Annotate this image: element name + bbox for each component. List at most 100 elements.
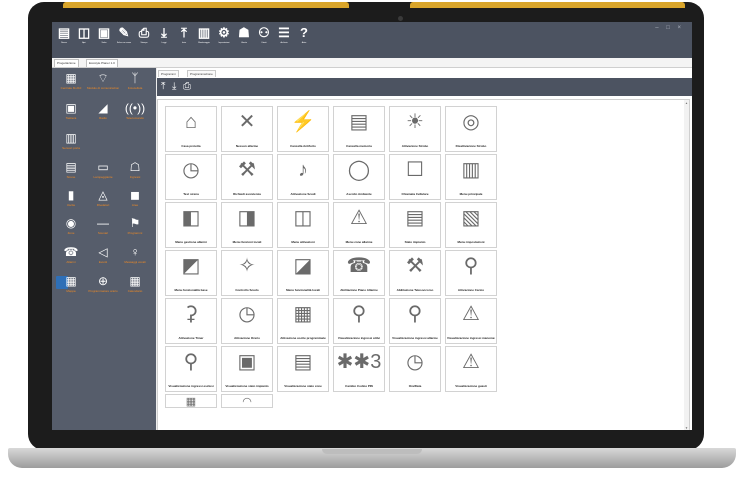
program-tile[interactable]: ⚒ Abilitazione Telesoccorso	[389, 250, 441, 296]
sidebar-item-5[interactable]: ((•)) Telecomando	[119, 101, 151, 129]
scroll-down-icon[interactable]: ▼	[685, 426, 688, 430]
sidebar-item-14[interactable]: — Scenari	[87, 216, 119, 244]
program-tile[interactable]: ⌂ Casa protetta	[165, 106, 217, 152]
upload-icon[interactable]: ⤒	[161, 81, 165, 93]
sidebar-item-icon: ▤	[65, 160, 77, 174]
program-tile-icon: ✧	[238, 255, 256, 277]
program-tile[interactable]: ◩ Menu funzionalità base	[165, 250, 217, 296]
program-tile[interactable]: ▧ Menu impostazioni	[445, 202, 497, 248]
toolbar-button-7[interactable]: ▥ Monitoraggio	[196, 25, 212, 55]
program-tile-label: Visualizzazione stato impianto	[225, 384, 269, 388]
content-toolbar: ⤒ ⤓ ⎙	[157, 78, 692, 96]
toolbar-button-3[interactable]: ✎ Salva con nome	[116, 25, 132, 55]
sidebar-item-icon: ((•))	[124, 101, 146, 115]
program-tile[interactable]: ▥ Menu principale	[445, 154, 497, 200]
program-tile[interactable]: ◠	[221, 394, 273, 408]
sidebar-item-11[interactable]: ◬ Rivelatori	[87, 188, 119, 216]
sidebar-item-4[interactable]: ◢ Radio	[87, 101, 119, 129]
sidebar-item-0[interactable]: ▦ Centrale M-210	[55, 71, 87, 99]
sidebar-item-icon: ▦	[65, 274, 77, 288]
toolbar-button-1[interactable]: ◫ Apri	[76, 25, 92, 55]
program-tile[interactable]: ⚲ Attivazione Carico	[445, 250, 497, 296]
program-tile[interactable]: ◷ Attivazione Orario	[221, 298, 273, 344]
sidebar-item-label: Mappa	[66, 289, 76, 293]
sidebar-item-icon: ☎	[63, 245, 79, 259]
toolbar-button-12[interactable]: ? Aiuto	[296, 25, 312, 55]
program-tile[interactable]: ◷ Ora/Data	[389, 346, 441, 392]
tab-programming[interactable]: Programmazione	[187, 70, 216, 77]
program-tile[interactable]: ✱✱3 Cambio Codice PIN	[333, 346, 385, 392]
sidebar-item-18[interactable]: ♀ Messaggi vocali	[119, 245, 151, 273]
toolbar-button-label: Salva	[101, 42, 107, 44]
tab-programs[interactable]: Programmi	[158, 70, 179, 77]
program-tile[interactable]: ⚳ Attivazione Timer	[165, 298, 217, 344]
program-tile[interactable]: ⚠ Menu zone allarme	[333, 202, 385, 248]
window-controls[interactable]: – □ ×	[655, 25, 684, 31]
sidebar-item-16[interactable]: ☎ Allarmi	[55, 245, 87, 273]
sidebar-item-label: Tastiera	[65, 116, 77, 120]
toolbar-button-0[interactable]: ▤ Nuovo	[56, 25, 72, 55]
toolbar-button-2[interactable]: ▣ Salva	[96, 25, 112, 55]
program-tile[interactable]: ⚲ Visualizzazione ingressi esclusi	[165, 346, 217, 392]
sidebar-item-8[interactable]: ▭ Lampeggiante	[87, 160, 119, 188]
toolbar-button-8[interactable]: ⚙ Impostazioni	[216, 25, 232, 55]
program-tile[interactable]: ◪ Menu funzionalità locali	[277, 250, 329, 296]
toolbar-button-5[interactable]: ⤓ Leggi	[156, 25, 172, 55]
gear-icon: ⚙	[218, 25, 230, 40]
program-tile[interactable]: ☎ Abilitazione Piano Allarme	[333, 250, 385, 296]
toolbar-button-9[interactable]: ☗ Utente	[236, 25, 252, 55]
program-tile[interactable]: ▤ Cancella memoria	[333, 106, 385, 152]
program-tile[interactable]: ◧ Menu gestione allarmi	[165, 202, 217, 248]
program-tile[interactable]: ☐ Chiamata Cellulare	[389, 154, 441, 200]
sidebar-item-10[interactable]: ▮ Uscite	[55, 188, 87, 216]
sidebar-item-3[interactable]: ▣ Tastiera	[55, 101, 87, 129]
sidebar-item-15[interactable]: ⚑ Programmi	[119, 216, 151, 244]
program-tile[interactable]: ♪ Attivazione Scudi	[277, 154, 329, 200]
tab-project[interactable]: Progettazione	[54, 59, 79, 67]
sidebar-item-13[interactable]: ◉ Zone	[55, 216, 87, 244]
sidebar-item-20[interactable]: ⊕ Programmatore orario	[87, 274, 119, 302]
toolbar-button-label: Archivio	[280, 42, 288, 44]
toolbar-button-4[interactable]: ⎙ Stampa	[136, 25, 152, 55]
program-tile-label: Ascolto Ambiente	[346, 192, 372, 196]
program-tile[interactable]: ☀ Attivazione Strobo	[389, 106, 441, 152]
program-tile[interactable]: ⚲ Visualizzazione ingressi allarme	[389, 298, 441, 344]
program-tile[interactable]: ◷ Test sirena	[165, 154, 217, 200]
toolbar-button-10[interactable]: ⚇ Utenti	[256, 25, 272, 55]
tab-planer[interactable]: Ecostyle Planer 1.0	[86, 59, 118, 67]
download-icon[interactable]: ⤓	[172, 81, 176, 93]
sidebar-item-1[interactable]: ⌔ Modulo di comunicazione	[87, 71, 119, 99]
program-tile[interactable]: ⚒ Richiedi assistenza	[221, 154, 273, 200]
program-tile[interactable]: ▦	[165, 394, 217, 408]
program-tile[interactable]: ✧ Controllo Scudo	[221, 250, 273, 296]
sidebar-item-12[interactable]: ◼ Aree	[119, 188, 151, 216]
program-tile[interactable]: ✕ Nessun allarme	[221, 106, 273, 152]
sidebar-item-label: Telecomando	[126, 116, 144, 120]
sidebar-item-21[interactable]: ▦ Calendario	[119, 274, 151, 302]
scroll-up-icon[interactable]: ▲	[685, 101, 688, 105]
sidebar-item-6[interactable]: ▥ Sensori porta	[55, 131, 87, 159]
program-tile[interactable]: ▤ Stato impianto	[389, 202, 441, 248]
program-tile[interactable]: ▣ Visualizzazione stato impianto	[221, 346, 273, 392]
sidebar-item-17[interactable]: ◁ Eventi	[87, 245, 119, 273]
sidebar-item-icon: ▣	[65, 101, 77, 115]
program-tile[interactable]: ▦ Attivazione uscite programmate	[277, 298, 329, 344]
sidebar-item-7[interactable]: ▤ Sirene	[55, 160, 87, 188]
program-tile[interactable]: ⚡ Cancella Antifurto	[277, 106, 329, 152]
program-tile[interactable]: ⚠ Visualizzazione guasti	[445, 346, 497, 392]
sidebar-item-9[interactable]: ☖ Ingressi	[119, 160, 151, 188]
toolbar-button-11[interactable]: ☰ Archivio	[276, 25, 292, 55]
program-tile[interactable]: ◨ Menu funzioni locali	[221, 202, 273, 248]
program-tile[interactable]: ▤ Visualizzazione stato zone	[277, 346, 329, 392]
toolbar-button-6[interactable]: ⤒ Invia	[176, 25, 192, 55]
program-tile[interactable]: ⚠ Visualizzazione ingressi manomessi	[445, 298, 497, 344]
program-tile[interactable]: ◫ Menu attivazioni	[277, 202, 329, 248]
program-tile[interactable]: ◎ Disattivazione Strobo	[445, 106, 497, 152]
accent-bar-left	[63, 2, 349, 8]
sidebar-item-19[interactable]: ▦ Mappa	[55, 274, 87, 302]
vertical-scrollbar[interactable]: ▲ ▼	[684, 100, 689, 430]
program-tile[interactable]: ⚲ Visualizzazione ingressi attivi	[333, 298, 385, 344]
print-icon[interactable]: ⎙	[183, 81, 191, 93]
program-tile[interactable]: ◯ Ascolto Ambiente	[333, 154, 385, 200]
sidebar-item-2[interactable]: ᛉ Fotocellula	[119, 71, 151, 99]
